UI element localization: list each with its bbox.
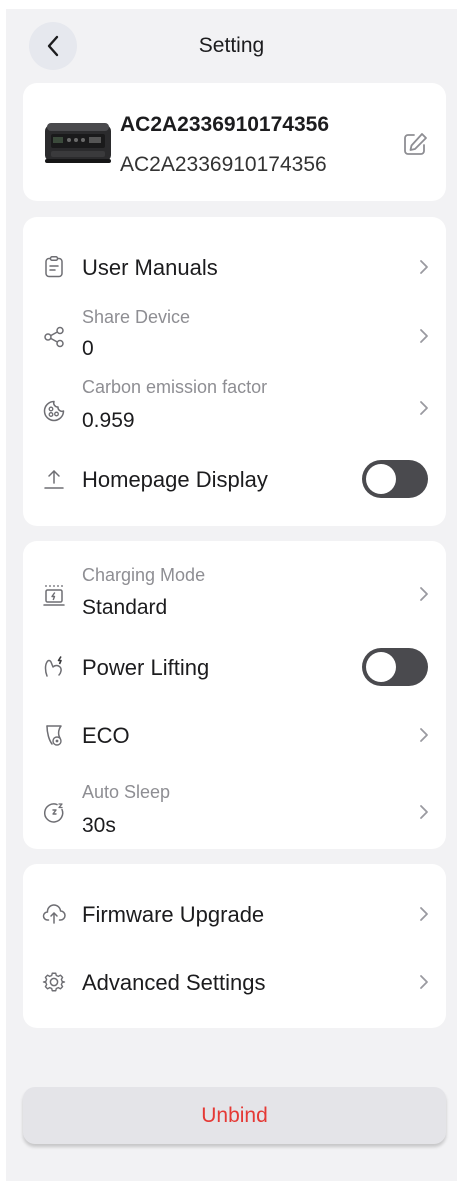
device-name: AC2A2336910174356 [120, 113, 330, 136]
charging-mode-value: Standard [82, 596, 168, 619]
user-manuals-label: User Manuals [82, 255, 218, 280]
homepage-display-toggle[interactable] [362, 460, 428, 498]
advanced-settings-row[interactable]: Advanced Settings [23, 960, 446, 1004]
eco-label: ECO [82, 723, 130, 748]
charging-icon [43, 585, 65, 606]
power-lifting-toggle[interactable] [362, 648, 428, 686]
page-title: Setting [198, 34, 265, 57]
eco-icon [46, 725, 62, 746]
device-card: AC2A2336910174356 AC2A2336910174356 [23, 83, 446, 201]
gear-icon [42, 972, 66, 992]
upload-icon [44, 470, 64, 489]
header: Setting [6, 9, 457, 83]
unbind-button[interactable]: Unbind [23, 1087, 446, 1144]
toggle-knob [366, 464, 396, 494]
general-settings-card: User Manuals Share Device 0 Carbon emiss… [23, 217, 446, 526]
carbon-emission-row[interactable]: Carbon emission factor 0.959 [23, 375, 446, 439]
power-station-image [45, 123, 111, 163]
carbon-emission-label: Carbon emission factor [82, 377, 268, 397]
power-lifting-row: Power Lifting [23, 645, 446, 689]
chevron-right-icon [420, 329, 428, 343]
chevron-right-icon [420, 260, 428, 274]
chevron-right-icon [420, 975, 428, 989]
device-serial: AC2A2336910174356 [120, 153, 327, 176]
advanced-settings-label: Advanced Settings [82, 970, 266, 995]
power-settings-card: Charging Mode Standard Power Lifting ECO… [23, 541, 446, 849]
charging-mode-label: Charging Mode [82, 565, 206, 585]
homepage-display-label: Homepage Display [82, 467, 268, 492]
carbon-icon [43, 400, 65, 422]
share-device-label: Share Device [82, 307, 191, 327]
homepage-display-row: Homepage Display [23, 457, 446, 501]
power-lifting-icon [44, 656, 62, 677]
chevron-right-icon [420, 907, 428, 921]
charging-mode-row[interactable]: Charging Mode Standard [23, 563, 446, 625]
system-settings-card: Firmware Upgrade Advanced Settings [23, 864, 446, 1028]
cloud-upload-icon [42, 904, 66, 924]
firmware-upgrade-row[interactable]: Firmware Upgrade [23, 892, 446, 936]
carbon-emission-value: 0.959 [82, 409, 135, 432]
clipboard-icon [45, 256, 63, 278]
settings-screen: Setting AC2A2336910174356 AC2A2336910174… [6, 9, 457, 1181]
share-icon [44, 326, 64, 348]
auto-sleep-label: Auto Sleep [82, 782, 171, 802]
chevron-right-icon [420, 805, 428, 819]
chevron-right-icon [420, 587, 428, 601]
chevron-right-icon [420, 401, 428, 415]
auto-sleep-row[interactable]: Auto Sleep 30s [23, 781, 446, 843]
auto-sleep-icon [43, 803, 64, 823]
share-device-row[interactable]: Share Device 0 [23, 305, 446, 365]
toggle-knob [366, 652, 396, 682]
eco-row[interactable]: ECO [23, 713, 446, 757]
chevron-right-icon [420, 728, 428, 742]
edit-icon[interactable] [402, 131, 428, 157]
auto-sleep-value: 30s [82, 814, 116, 837]
user-manuals-row[interactable]: User Manuals [23, 245, 446, 289]
share-device-count: 0 [82, 337, 94, 360]
power-lifting-label: Power Lifting [82, 655, 210, 680]
firmware-upgrade-label: Firmware Upgrade [82, 902, 265, 927]
